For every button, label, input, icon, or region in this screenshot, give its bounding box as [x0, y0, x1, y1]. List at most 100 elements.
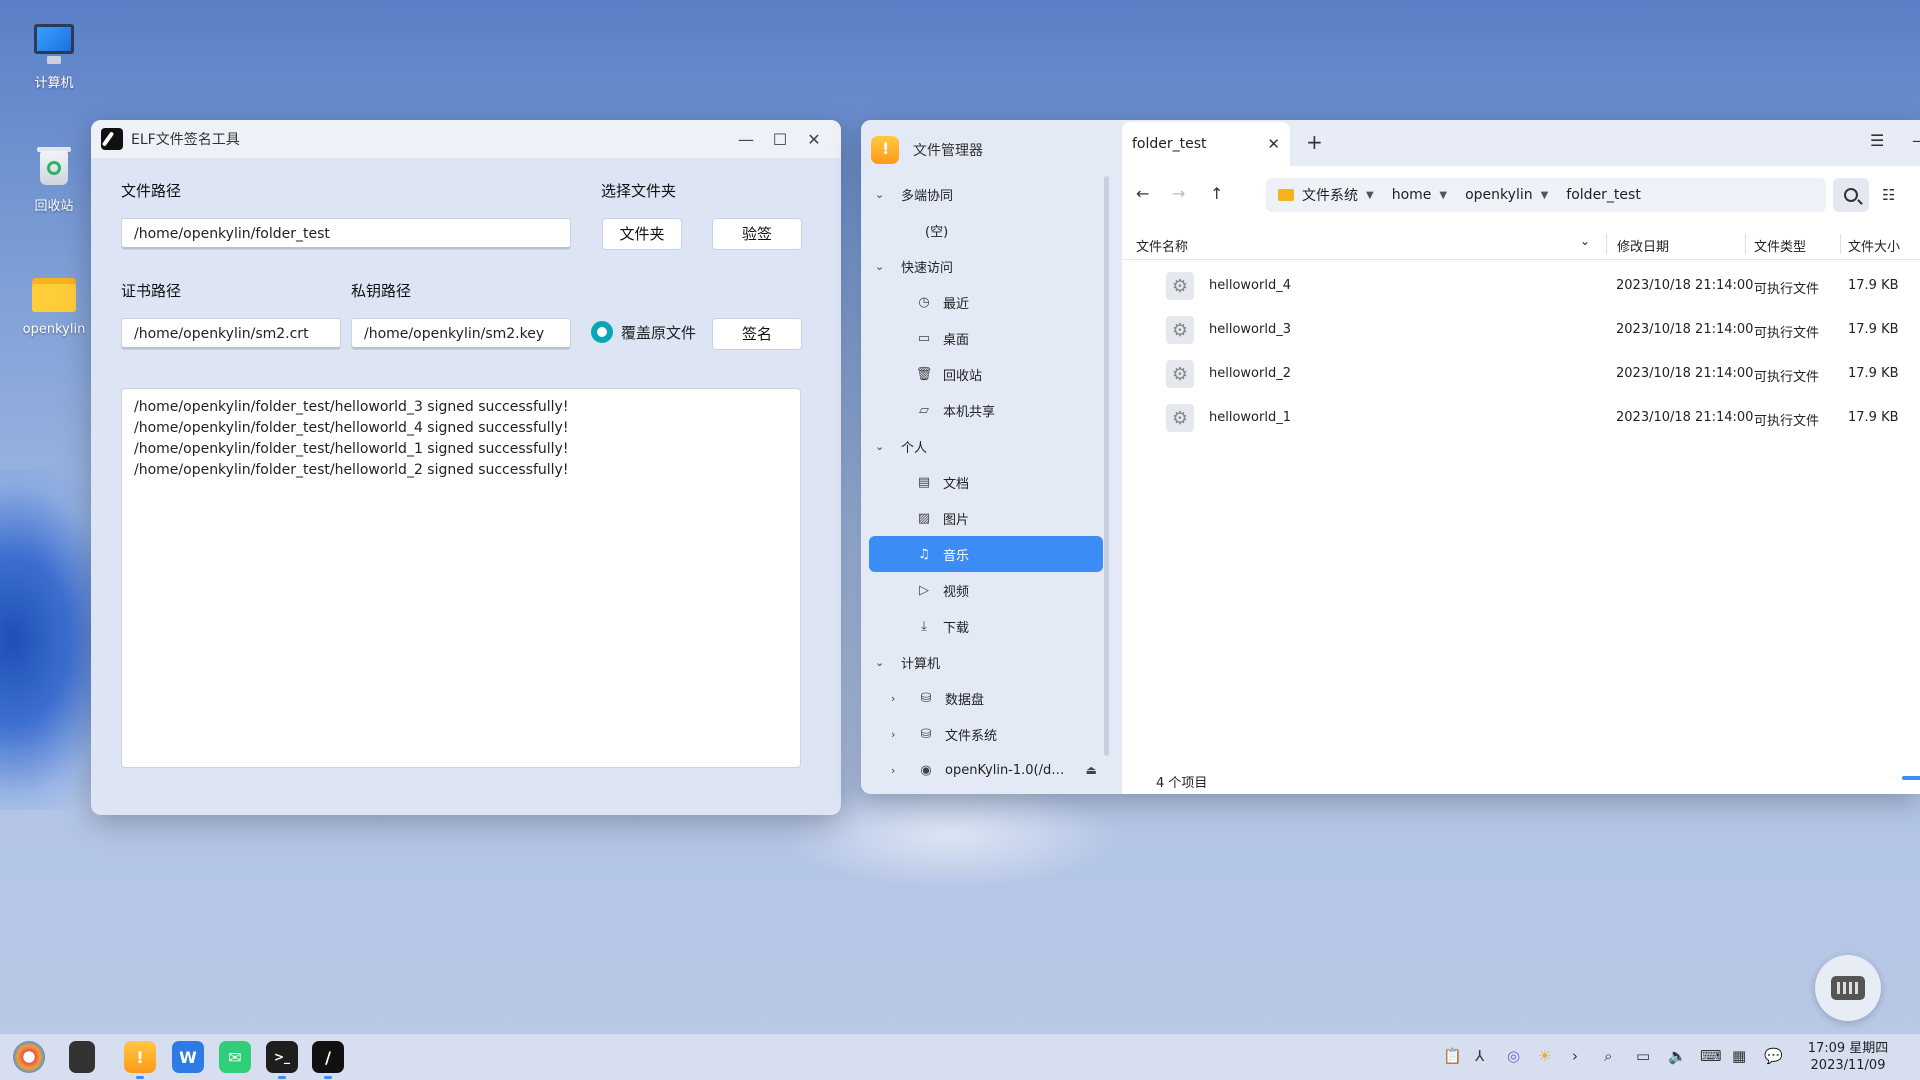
file-path-input[interactable]: /home/openkylin/folder_test	[121, 218, 571, 250]
sidebar-item-documents[interactable]: ▤ 文档	[861, 464, 1111, 500]
sidebar-item-desktop[interactable]: ▭ 桌面	[861, 320, 1111, 356]
sign-button[interactable]: 签名	[712, 318, 802, 350]
cert-path-input[interactable]: /home/openkylin/sm2.crt	[121, 318, 341, 350]
sidebar-item-share[interactable]: ▱ 本机共享	[861, 392, 1111, 428]
elf-sign-tool-taskbar-icon[interactable]: /	[312, 1041, 344, 1073]
keyboard-icon[interactable]: ▦	[1732, 1047, 1746, 1065]
desktop-icon-trash[interactable]: 回收站	[9, 143, 99, 214]
file-name: helloworld_3	[1209, 322, 1291, 337]
minimize-icon[interactable]: —	[729, 124, 763, 154]
sidebar-scrollbar[interactable]	[1104, 176, 1109, 756]
eject-icon[interactable]: ⏏	[1086, 763, 1097, 777]
add-tab-icon[interactable]: +	[1306, 130, 1323, 154]
log-line: /home/openkylin/folder_test/helloworld_1…	[134, 441, 569, 457]
overwrite-label: 覆盖原文件	[621, 323, 697, 342]
file-name: helloworld_1	[1209, 410, 1291, 425]
desktop-icon-computer[interactable]: 计算机	[9, 20, 99, 91]
back-icon[interactable]: ←	[1136, 184, 1149, 203]
elf-sign-window: ELF文件签名工具 — ☐ ✕ 文件路径 选择文件夹 /home/openkyl…	[91, 120, 841, 815]
running-indicator	[324, 1076, 332, 1079]
table-row[interactable]: ⚙ helloworld_4 2023/10/18 21:14:00 可执行文件…	[1122, 264, 1920, 308]
volume-icon[interactable]: 🔈	[1668, 1047, 1687, 1065]
maximize-icon[interactable]: ☐	[763, 124, 797, 154]
tab-folder-test[interactable]: folder_test ✕	[1122, 122, 1290, 166]
running-indicator	[136, 1076, 144, 1079]
chevron-down-icon: ⌄	[875, 439, 885, 453]
sidebar-item-videos[interactable]: ▷ 视频	[861, 572, 1111, 608]
desktop-icon-home-folder[interactable]: openkylin	[9, 270, 99, 337]
clock-time: 17:09 星期四	[1807, 1041, 1889, 1056]
sidebar-item-pictures[interactable]: ▨ 图片	[861, 500, 1111, 536]
weather-icon[interactable]: ☀	[1538, 1047, 1551, 1065]
sidebar-item-openkylin-disc[interactable]: › ◉ openKylin-1.0(/d… ⏏	[861, 752, 1111, 788]
titlebar[interactable]: ELF文件签名工具 — ☐ ✕	[91, 120, 841, 158]
assistant-icon[interactable]: ◎	[1507, 1047, 1520, 1065]
clock[interactable]: 17:09 星期四 2023/11/09	[1798, 1040, 1898, 1074]
sidebar-item-label: 最近	[943, 296, 970, 312]
input-method-icon[interactable]: ⌨	[1700, 1047, 1722, 1065]
sidebar-group-personal[interactable]: ⌄ 个人	[861, 428, 1111, 464]
breadcrumb[interactable]: 文件系统 ▼ home ▼ openkylin ▼ folder_test	[1266, 178, 1826, 212]
up-icon[interactable]: ↑	[1210, 184, 1223, 203]
virtual-keyboard-button[interactable]	[1815, 955, 1881, 1021]
sidebar-item-trash[interactable]: 🗑 回收站	[861, 356, 1111, 392]
folder-button[interactable]: 文件夹	[602, 218, 682, 250]
sidebar-item-data-disk[interactable]: › ⛁ 数据盘	[861, 680, 1111, 716]
cert-path-label: 证书路径	[121, 282, 182, 300]
breadcrumb-segment[interactable]: openkylin ▼	[1465, 187, 1548, 203]
key-path-input[interactable]: /home/openkylin/sm2.key	[351, 318, 571, 350]
terminal-icon[interactable]: >_	[266, 1041, 298, 1073]
toolbar: ← → ↑ 文件系统 ▼ home ▼ openkylin ▼ folder_test…	[1122, 166, 1920, 222]
breadcrumb-segment[interactable]: home ▼	[1392, 187, 1447, 203]
radio-indicator[interactable]	[591, 321, 613, 343]
messenger-app-icon[interactable]: ✉	[219, 1041, 251, 1073]
search-icon[interactable]: ⌕	[1604, 1047, 1612, 1065]
verify-button[interactable]: 验签	[712, 218, 802, 250]
executable-icon: ⚙	[1166, 316, 1194, 344]
sidebar-group-collab[interactable]: ⌄ 多端协同	[861, 176, 1111, 212]
horizontal-scrollbar[interactable]	[1902, 776, 1920, 780]
breadcrumb-segment[interactable]: folder_test	[1566, 187, 1641, 203]
sidebar-item-filesystem[interactable]: › ⛁ 文件系统	[861, 716, 1111, 752]
multitask-view-icon[interactable]	[69, 1041, 95, 1073]
file-manager-taskbar-icon[interactable]: !	[124, 1041, 156, 1073]
sidebar-item-downloads[interactable]: ⤓ 下载	[861, 608, 1111, 644]
col-type[interactable]: 文件类型	[1754, 236, 1806, 255]
close-icon[interactable]: ✕	[797, 124, 831, 154]
chevron-down-icon[interactable]: ▼	[1439, 190, 1447, 201]
output-log[interactable]: /home/openkylin/folder_test/helloworld_3…	[121, 388, 801, 768]
sort-chevron-icon[interactable]: ⌄	[1580, 234, 1590, 248]
tray-expand-icon[interactable]: ›	[1572, 1047, 1578, 1065]
table-row[interactable]: ⚙ helloworld_3 2023/10/18 21:14:00 可执行文件…	[1122, 308, 1920, 352]
sidebar-item-recent[interactable]: ◷ 最近	[861, 284, 1111, 320]
list-view-icon[interactable]: ☷	[1882, 186, 1895, 204]
minimize-icon[interactable]: —	[1912, 131, 1920, 150]
network-icon[interactable]: ⅄	[1475, 1047, 1484, 1065]
chevron-right-icon[interactable]: ›	[891, 728, 907, 741]
sidebar-group-quick[interactable]: ⌄ 快速访问	[861, 248, 1111, 284]
overwrite-radio[interactable]: 覆盖原文件	[591, 321, 696, 343]
display-icon[interactable]: ▭	[1636, 1047, 1650, 1065]
close-icon[interactable]: ✕	[1267, 135, 1280, 153]
col-name[interactable]: 文件名称	[1136, 236, 1188, 255]
search-button[interactable]	[1833, 178, 1869, 212]
sidebar-item-music[interactable]: ♫ 音乐	[869, 536, 1103, 572]
menu-icon[interactable]: ☰	[1870, 131, 1884, 150]
forward-icon[interactable]: →	[1172, 184, 1185, 203]
start-menu-icon[interactable]	[13, 1041, 45, 1073]
download-icon: ⤓	[921, 618, 927, 634]
chevron-down-icon[interactable]: ▼	[1366, 190, 1374, 201]
table-row[interactable]: ⚙ helloworld_2 2023/10/18 21:14:00 可执行文件…	[1122, 352, 1920, 396]
wps-office-icon[interactable]: W	[172, 1041, 204, 1073]
col-size[interactable]: 文件大小	[1848, 236, 1900, 255]
breadcrumb-segment[interactable]: 文件系统 ▼	[1278, 185, 1374, 205]
clipboard-icon[interactable]: 📋	[1443, 1047, 1462, 1065]
trash-icon	[30, 143, 78, 191]
table-row[interactable]: ⚙ helloworld_1 2023/10/18 21:14:00 可执行文件…	[1122, 396, 1920, 440]
chevron-right-icon[interactable]: ›	[891, 764, 907, 777]
chevron-down-icon[interactable]: ▼	[1541, 190, 1549, 201]
chevron-right-icon[interactable]: ›	[891, 692, 907, 705]
sidebar-group-computer[interactable]: ⌄ 计算机	[861, 644, 1111, 680]
notification-icon[interactable]: 💬	[1764, 1047, 1783, 1065]
col-date[interactable]: 修改日期	[1617, 236, 1669, 255]
